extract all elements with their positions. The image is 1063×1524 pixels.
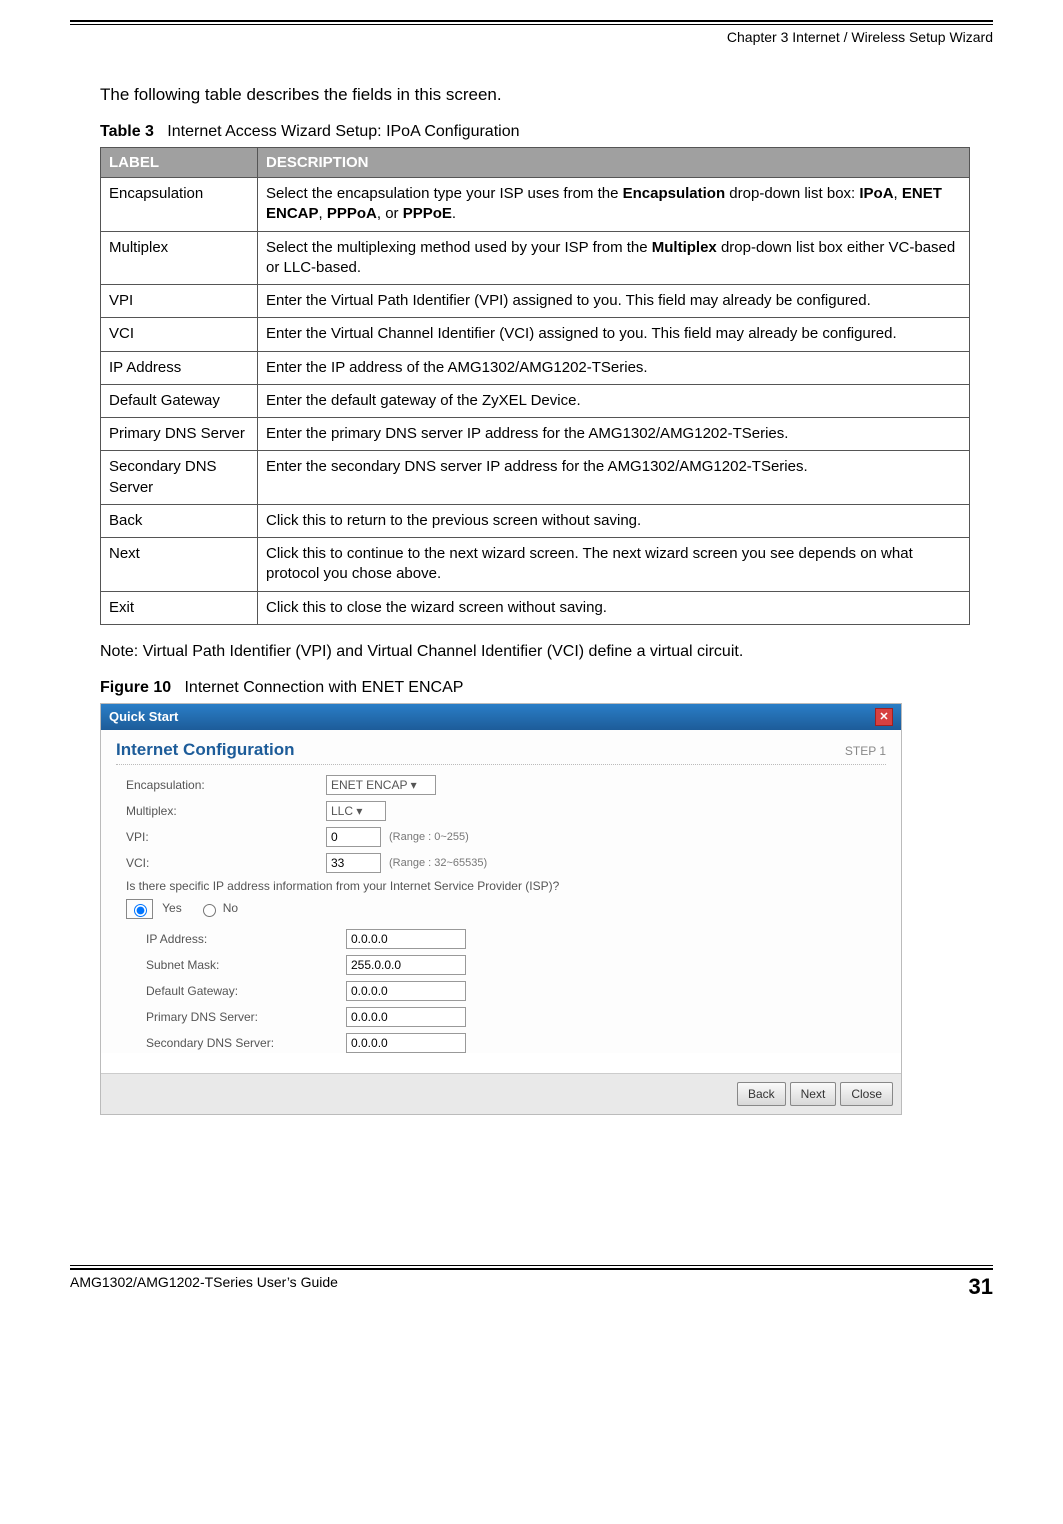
pdns-input[interactable] [346,1007,466,1027]
ip-input[interactable] [346,929,466,949]
gateway-label: Default Gateway: [116,984,346,998]
radio-no-label: No [223,901,238,915]
vpi-hint: (Range : 0~255) [389,831,469,843]
table-caption: Table 3 Internet Access Wizard Setup: IP… [100,123,993,141]
vci-hint: (Range : 32~65535) [389,857,487,869]
radio-yes[interactable] [134,904,147,917]
row-label: Encapsulation [101,178,258,232]
vci-input[interactable] [326,853,381,873]
close-icon[interactable]: ✕ [875,708,893,726]
table-row: IP Address Enter the IP address of the A… [101,351,970,384]
isp-question: Is there specific IP address information… [116,879,886,893]
row-label: Default Gateway [101,384,258,417]
step-indicator: STEP 1 [845,744,886,758]
table-row: Multiplex Select the multiplexing method… [101,231,970,285]
table-row: VPI Enter the Virtual Path Identifier (V… [101,285,970,318]
table-number: Table 3 [100,123,154,140]
col-label: LABEL [101,148,258,178]
radio-yes-label: Yes [162,901,182,915]
row-label: VPI [101,285,258,318]
figure-number: Figure 10 [100,679,171,696]
table-row: Primary DNS Server Enter the primary DNS… [101,418,970,451]
table-row: Encapsulation Select the encapsulation t… [101,178,970,232]
close-button[interactable]: Close [840,1082,893,1106]
row-desc: Enter the Virtual Channel Identifier (VC… [258,318,970,351]
pdns-label: Primary DNS Server: [116,1010,346,1024]
encapsulation-select[interactable]: ENET ENCAP ▾ [326,775,436,795]
table-row: VCI Enter the Virtual Channel Identifier… [101,318,970,351]
row-label: Multiplex [101,231,258,285]
intro-text: The following table describes the fields… [100,85,993,105]
page-number: 31 [969,1274,993,1300]
note-text: Note: Virtual Path Identifier (VPI) and … [100,643,993,661]
row-label: Next [101,538,258,592]
row-desc: Click this to continue to the next wizar… [258,538,970,592]
gateway-input[interactable] [346,981,466,1001]
back-button[interactable]: Back [737,1082,786,1106]
row-label: Exit [101,591,258,624]
vpi-input[interactable] [326,827,381,847]
section-title: Internet Configuration [116,740,294,760]
encapsulation-label: Encapsulation: [116,778,326,792]
table-row: Exit Click this to close the wizard scre… [101,591,970,624]
multiplex-label: Multiplex: [116,804,326,818]
chapter-header: Chapter 3 Internet / Wireless Setup Wiza… [70,29,993,45]
row-desc: Click this to close the wizard screen wi… [258,591,970,624]
next-button[interactable]: Next [790,1082,837,1106]
row-label: VCI [101,318,258,351]
figure-screenshot: Quick Start ✕ Internet Configuration STE… [100,703,902,1115]
row-label: Primary DNS Server [101,418,258,451]
row-desc: Click this to return to the previous scr… [258,504,970,537]
col-description: DESCRIPTION [258,148,970,178]
row-desc: Select the multiplexing method used by y… [258,231,970,285]
ip-label: IP Address: [116,932,346,946]
row-desc: Enter the secondary DNS server IP addres… [258,451,970,505]
figure-caption: Figure 10 Internet Connection with ENET … [100,679,993,697]
table-title: Internet Access Wizard Setup: IPoA Confi… [167,123,519,140]
table-row: Default Gateway Enter the default gatewa… [101,384,970,417]
table-row: Next Click this to continue to the next … [101,538,970,592]
sdns-input[interactable] [346,1033,466,1053]
footer-guide: AMG1302/AMG1202-TSeries User’s Guide [70,1274,338,1300]
row-desc: Enter the Virtual Path Identifier (VPI) … [258,285,970,318]
vpi-label: VPI: [116,830,326,844]
multiplex-select[interactable]: LLC ▾ [326,801,386,821]
row-label: Back [101,504,258,537]
row-desc: Enter the default gateway of the ZyXEL D… [258,384,970,417]
vci-label: VCI: [116,856,326,870]
description-table: LABEL DESCRIPTION Encapsulation Select t… [100,147,970,625]
row-desc: Select the encapsulation type your ISP u… [258,178,970,232]
figure-title: Internet Connection with ENET ENCAP [184,679,463,696]
table-row: Back Click this to return to the previou… [101,504,970,537]
subnet-label: Subnet Mask: [116,958,346,972]
dialog-title: Quick Start [109,709,178,724]
table-row: Secondary DNS Server Enter the secondary… [101,451,970,505]
subnet-input[interactable] [346,955,466,975]
radio-no[interactable] [203,904,216,917]
sdns-label: Secondary DNS Server: [116,1036,346,1050]
row-label: Secondary DNS Server [101,451,258,505]
row-label: IP Address [101,351,258,384]
row-desc: Enter the IP address of the AMG1302/AMG1… [258,351,970,384]
row-desc: Enter the primary DNS server IP address … [258,418,970,451]
